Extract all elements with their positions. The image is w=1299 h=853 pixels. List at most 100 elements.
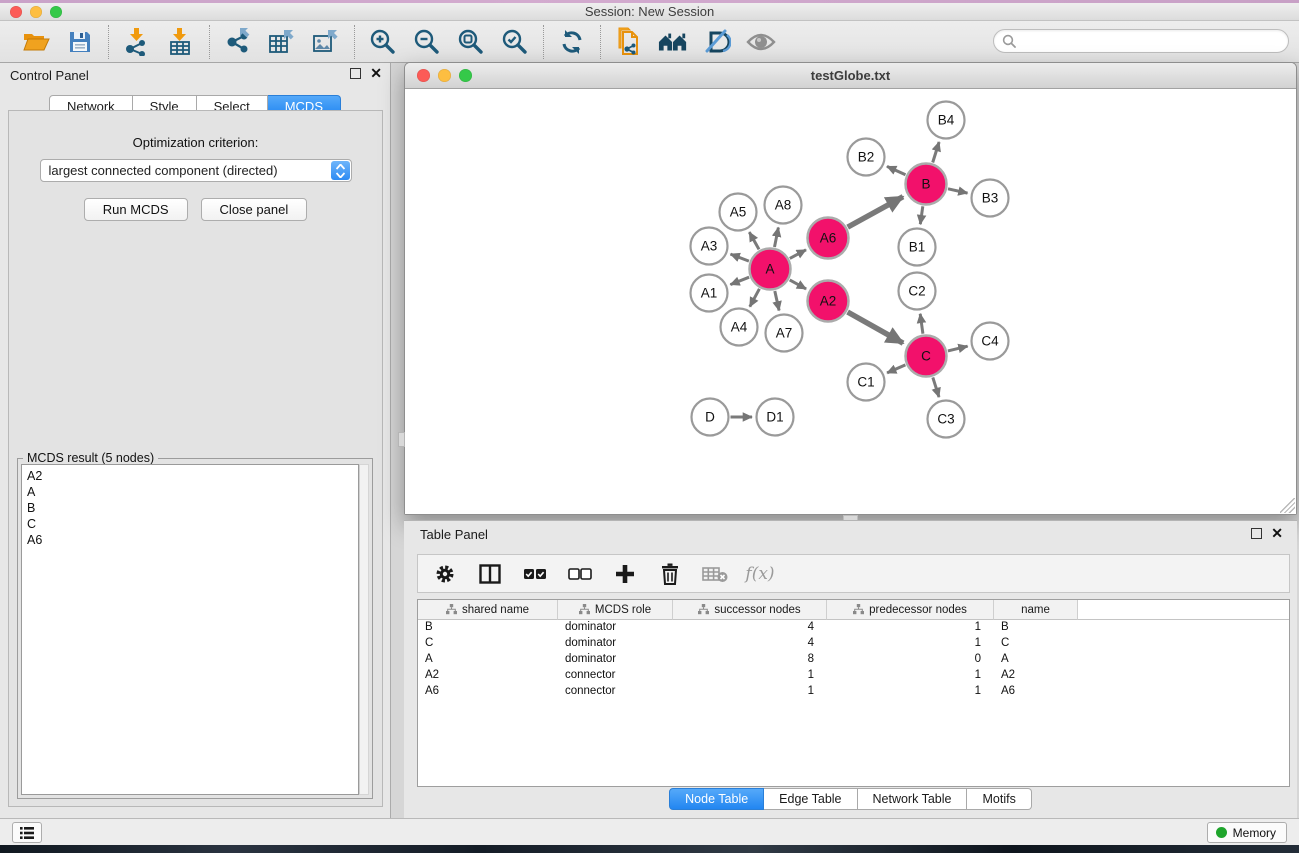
- cell-successor-nodes[interactable]: 1: [673, 668, 827, 684]
- tab-node-table[interactable]: Node Table: [669, 788, 764, 810]
- list-item[interactable]: C: [27, 516, 353, 532]
- list-item[interactable]: A6: [27, 532, 353, 548]
- network-graph[interactable]: B4B2BB3B1C2A5A8A6A3AA1A2A4A7CC4C1C3DD1: [405, 89, 1296, 514]
- search-input[interactable]: [1016, 32, 1288, 50]
- edge-A2-C[interactable]: [848, 312, 904, 343]
- edge-B-B2[interactable]: [887, 166, 906, 174]
- list-item[interactable]: A2: [27, 468, 353, 484]
- zoom-fit-icon[interactable]: [456, 27, 486, 57]
- result-scrollbar[interactable]: [359, 464, 369, 795]
- tab-motifs[interactable]: Motifs: [967, 788, 1031, 810]
- table-row[interactable]: A6connector11A6: [418, 684, 1289, 700]
- search-field[interactable]: [993, 29, 1289, 53]
- cell-shared-name[interactable]: B: [418, 620, 558, 636]
- refresh-icon[interactable]: [557, 27, 587, 57]
- export-table-icon[interactable]: [267, 27, 297, 57]
- edge-A-A4[interactable]: [750, 289, 760, 307]
- edge-A-A7[interactable]: [775, 291, 779, 311]
- cell-name[interactable]: C: [994, 636, 1078, 652]
- network-canvas[interactable]: B4B2BB3B1C2A5A8A6A3AA1A2A4A7CC4C1C3DD1: [405, 89, 1296, 514]
- close-table-panel-icon[interactable]: ✕: [1271, 528, 1283, 539]
- add-column-icon[interactable]: [612, 561, 638, 587]
- cell-name[interactable]: A6: [994, 684, 1078, 700]
- edge-A6-B[interactable]: [848, 197, 903, 227]
- list-item[interactable]: B: [27, 500, 353, 516]
- cell-MCDS-role[interactable]: connector: [558, 668, 673, 684]
- edge-C-C1[interactable]: [887, 365, 905, 373]
- open-session-icon[interactable]: [21, 27, 51, 57]
- float-panel-icon[interactable]: [350, 68, 361, 79]
- zoom-selected-icon[interactable]: [500, 27, 530, 57]
- edge-A-A3[interactable]: [731, 254, 749, 261]
- function-builder-icon[interactable]: f(x): [747, 561, 773, 587]
- edge-A-A8[interactable]: [775, 228, 779, 248]
- first-neighbors-icon[interactable]: [658, 27, 688, 57]
- export-network-icon[interactable]: [223, 27, 253, 57]
- table-row[interactable]: Bdominator41B: [418, 620, 1289, 636]
- close-panel-icon[interactable]: ✕: [370, 68, 382, 79]
- column-header-shared-name[interactable]: shared name: [418, 600, 558, 620]
- optimization-criterion-select[interactable]: largest connected component (directed): [40, 159, 352, 182]
- save-session-icon[interactable]: [65, 27, 95, 57]
- delete-column-icon[interactable]: [657, 561, 683, 587]
- memory-button[interactable]: Memory: [1207, 822, 1287, 843]
- cell-MCDS-role[interactable]: connector: [558, 684, 673, 700]
- cell-predecessor-nodes[interactable]: 1: [827, 620, 994, 636]
- edge-C-C4[interactable]: [948, 346, 968, 351]
- show-graphics-icon[interactable]: [746, 27, 776, 57]
- cell-MCDS-role[interactable]: dominator: [558, 620, 673, 636]
- cell-name[interactable]: B: [994, 620, 1078, 636]
- column-header-MCDS-role[interactable]: MCDS role: [558, 600, 673, 620]
- cell-predecessor-nodes[interactable]: 1: [827, 668, 994, 684]
- cell-predecessor-nodes[interactable]: 1: [827, 636, 994, 652]
- cell-shared-name[interactable]: A6: [418, 684, 558, 700]
- mcds-result-list[interactable]: A2 A B C A6: [21, 464, 359, 795]
- cell-shared-name[interactable]: A: [418, 652, 558, 668]
- cell-name[interactable]: A2: [994, 668, 1078, 684]
- cell-successor-nodes[interactable]: 4: [673, 636, 827, 652]
- table-row[interactable]: Adominator80A: [418, 652, 1289, 668]
- split-columns-icon[interactable]: [477, 561, 503, 587]
- table-row[interactable]: Cdominator41C: [418, 636, 1289, 652]
- column-header-successor-nodes[interactable]: successor nodes: [673, 600, 827, 620]
- list-item[interactable]: A: [27, 484, 353, 500]
- cell-successor-nodes[interactable]: 1: [673, 684, 827, 700]
- select-all-icon[interactable]: [522, 561, 548, 587]
- vertical-splitter-handle[interactable]: [398, 432, 405, 447]
- edge-B-B3[interactable]: [948, 189, 968, 193]
- cell-MCDS-role[interactable]: dominator: [558, 652, 673, 668]
- show-panels-button[interactable]: [12, 822, 42, 843]
- node-table[interactable]: shared nameMCDS rolesuccessor nodesprede…: [417, 599, 1290, 787]
- delete-table-icon[interactable]: [702, 561, 728, 587]
- tab-network-table[interactable]: Network Table: [858, 788, 968, 810]
- zoom-in-icon[interactable]: [368, 27, 398, 57]
- float-table-panel-icon[interactable]: [1251, 528, 1262, 539]
- titlebar[interactable]: Session: New Session: [0, 3, 1299, 21]
- edge-B-B1[interactable]: [920, 206, 923, 224]
- edge-A-A2[interactable]: [790, 280, 806, 289]
- edge-C-C2[interactable]: [920, 314, 923, 334]
- export-image-icon[interactable]: [311, 27, 341, 57]
- new-network-from-selection-icon[interactable]: [614, 27, 644, 57]
- cell-shared-name[interactable]: C: [418, 636, 558, 652]
- cell-MCDS-role[interactable]: dominator: [558, 636, 673, 652]
- edge-A-A6[interactable]: [790, 250, 806, 259]
- cell-predecessor-nodes[interactable]: 1: [827, 684, 994, 700]
- zoom-out-icon[interactable]: [412, 27, 442, 57]
- tab-edge-table[interactable]: Edge Table: [764, 788, 857, 810]
- cell-shared-name[interactable]: A2: [418, 668, 558, 684]
- edge-C-C3[interactable]: [933, 377, 939, 397]
- cell-successor-nodes[interactable]: 8: [673, 652, 827, 668]
- edge-A-A5[interactable]: [749, 232, 759, 249]
- cell-name[interactable]: A: [994, 652, 1078, 668]
- column-header-predecessor-nodes[interactable]: predecessor nodes: [827, 600, 994, 620]
- run-mcds-button[interactable]: Run MCDS: [84, 198, 188, 221]
- deselect-all-icon[interactable]: [567, 561, 593, 587]
- network-window-titlebar[interactable]: testGlobe.txt: [405, 63, 1296, 89]
- cell-predecessor-nodes[interactable]: 0: [827, 652, 994, 668]
- gear-icon[interactable]: [432, 561, 458, 587]
- hide-labels-icon[interactable]: [702, 27, 732, 57]
- import-table-icon[interactable]: [166, 27, 196, 57]
- cell-successor-nodes[interactable]: 4: [673, 620, 827, 636]
- column-header-name[interactable]: name: [994, 600, 1078, 620]
